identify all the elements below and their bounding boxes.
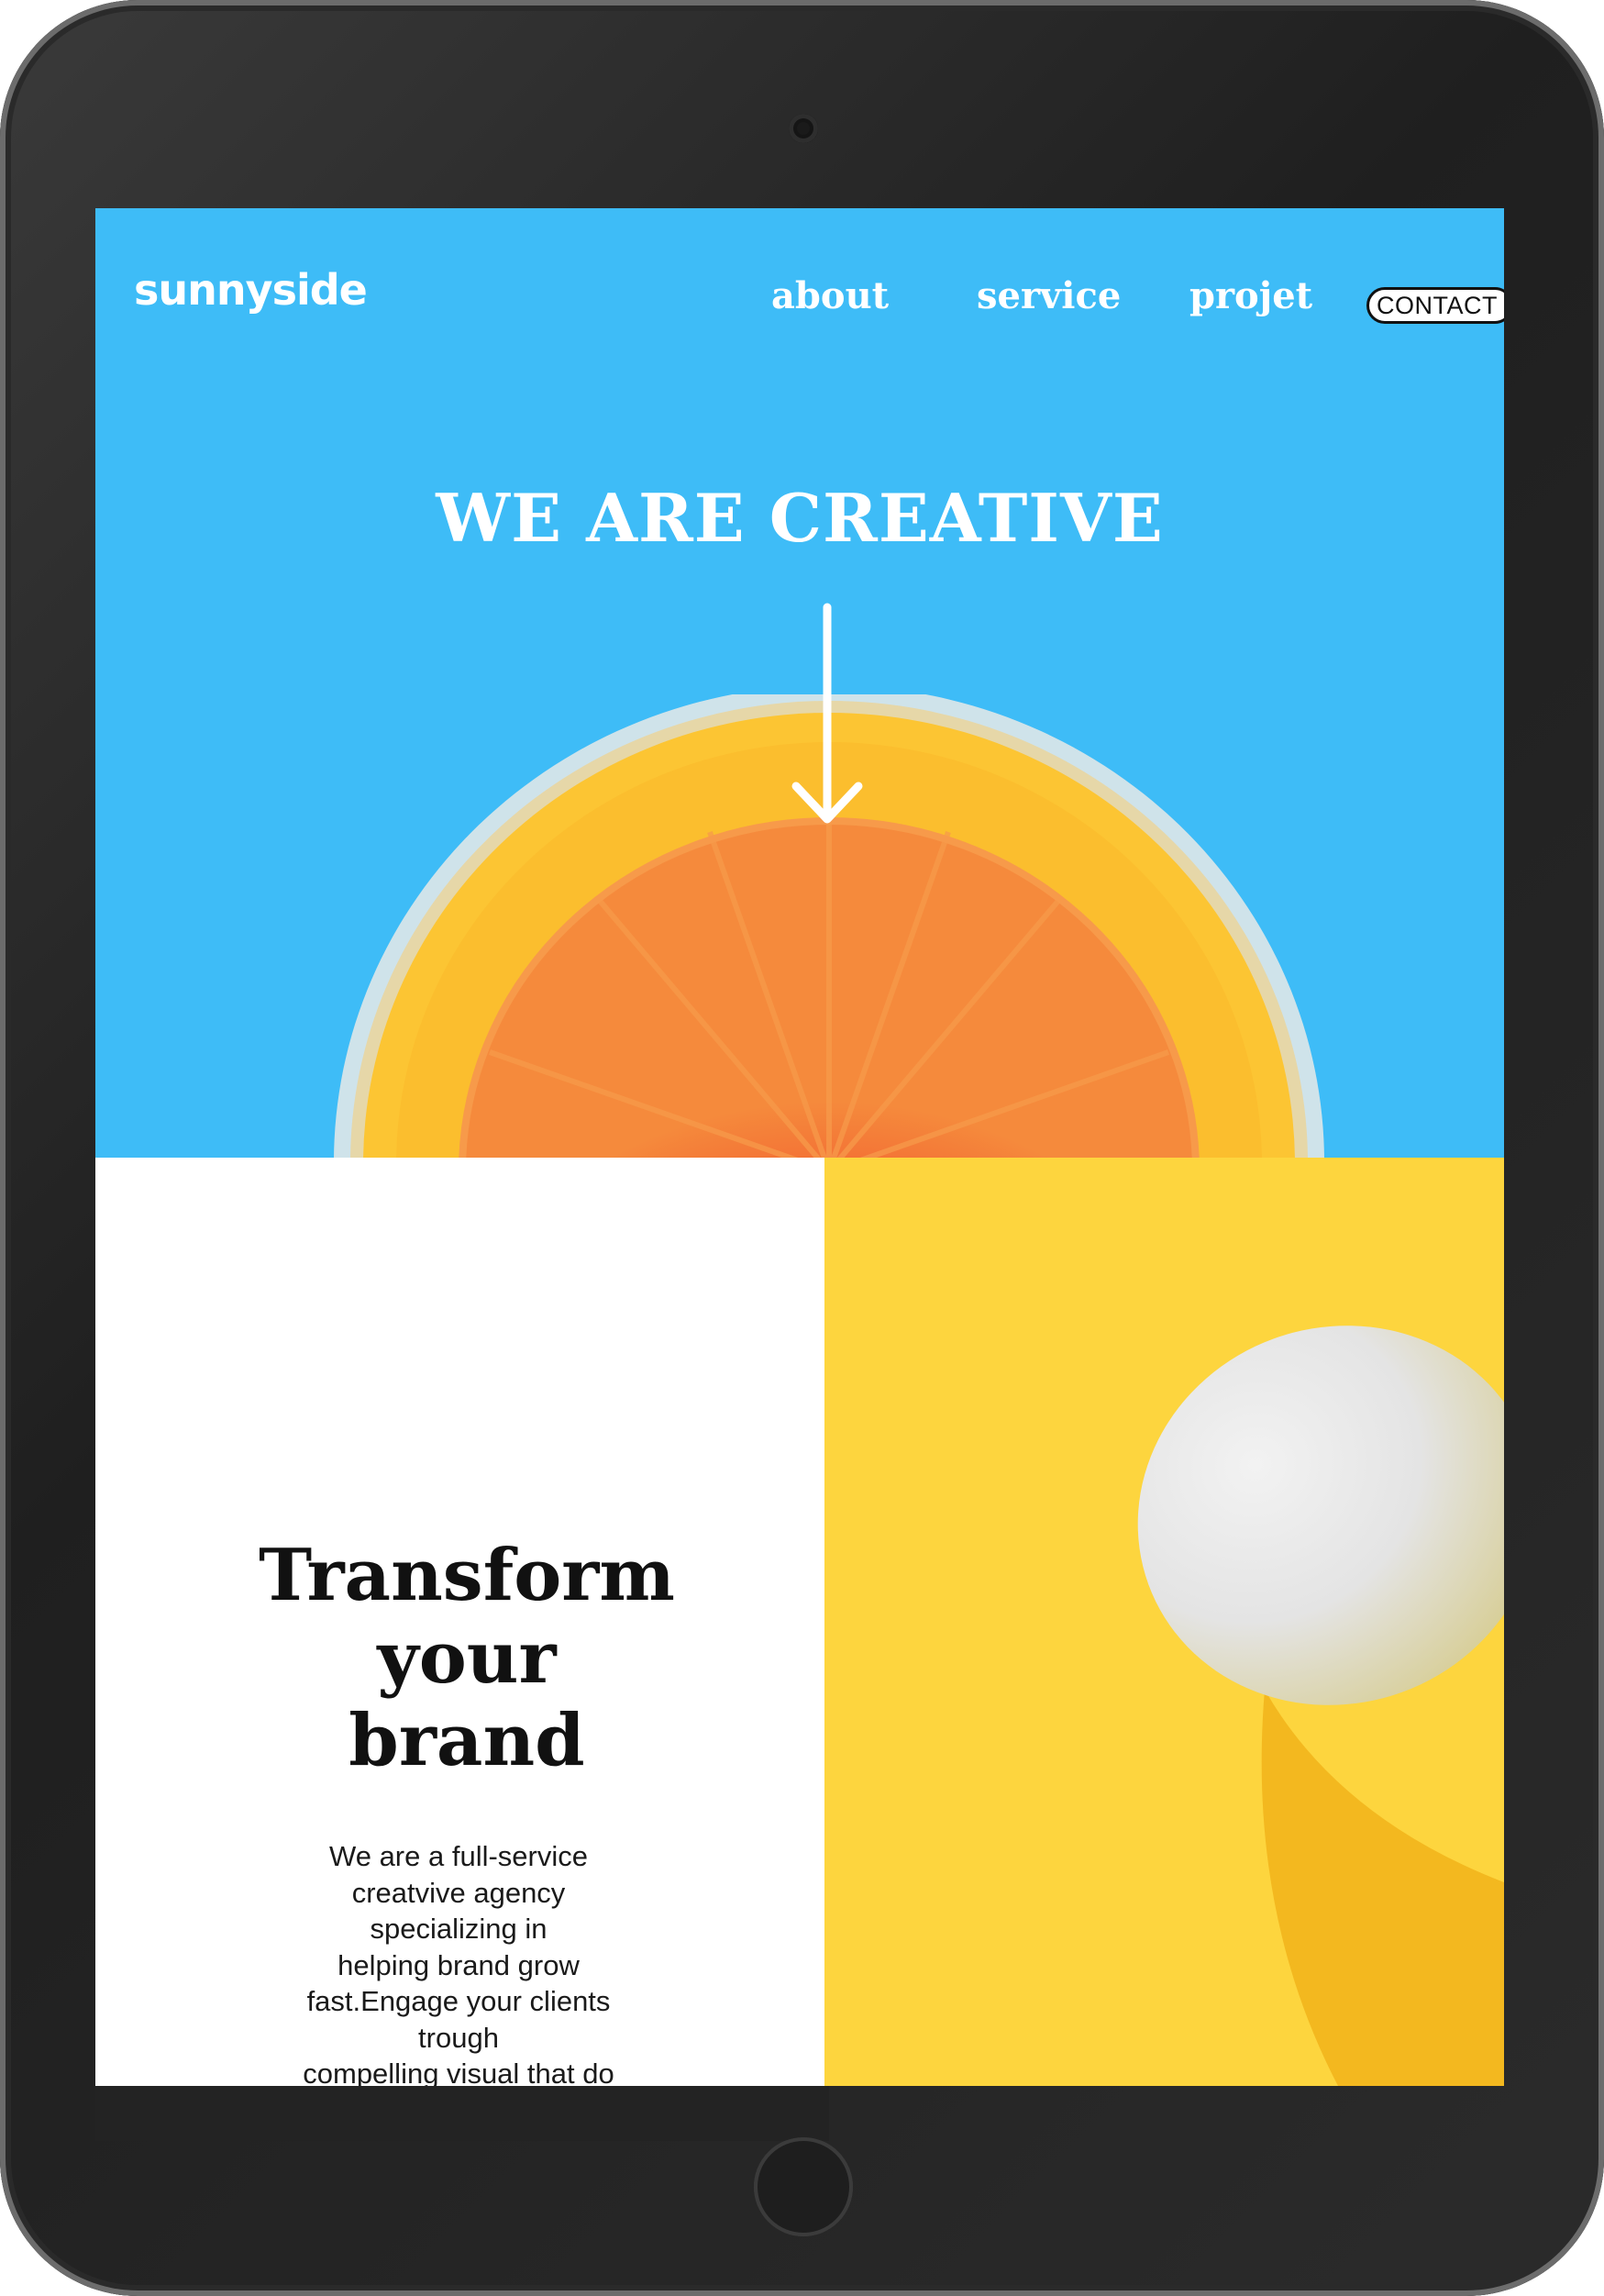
nav-projet[interactable]: projet (1189, 274, 1312, 317)
transform-body-line-4: helping brand grow (337, 1948, 580, 1981)
logo[interactable]: sunnyside (134, 265, 368, 315)
transform-body-line-3: specializing in (370, 1913, 548, 1945)
tablet-frame: sunnyside about service projet CONTACT W… (0, 0, 1604, 2296)
home-button[interactable] (754, 2137, 853, 2236)
transform-body-line-5: fast.Engage your clients (306, 1985, 611, 2017)
transform-body-line-6: trough (418, 2021, 499, 2054)
transform-title-line-2: your (377, 1616, 557, 1700)
camera-icon (789, 114, 818, 143)
hero-title: WE ARE CREATIVE (436, 479, 1164, 557)
screen: sunnyside about service projet CONTACT W… (95, 208, 1504, 2086)
contact-button[interactable]: CONTACT (1366, 287, 1504, 324)
transform-body-line-2: creatvive agency (351, 1876, 566, 1909)
transform-title-line-3: brand (348, 1699, 585, 1782)
arrow-down-icon (791, 603, 863, 824)
nav-service[interactable]: service (977, 274, 1121, 317)
transform-title-line-1: Transform (259, 1534, 675, 1617)
nav-about[interactable]: about (771, 274, 889, 317)
transform-body-line-1: We are a full-service (329, 1840, 588, 1872)
screen-bezel-bottom (95, 2086, 829, 2141)
hero-section: sunnyside about service projet CONTACT W… (95, 208, 1504, 1158)
egg-image-panel (824, 1158, 1504, 2086)
transform-heading: Transform your brand (233, 1535, 701, 1782)
transform-body: We are a full-service creatvive agency s… (284, 1838, 633, 2092)
egg-image (824, 1158, 1504, 2086)
